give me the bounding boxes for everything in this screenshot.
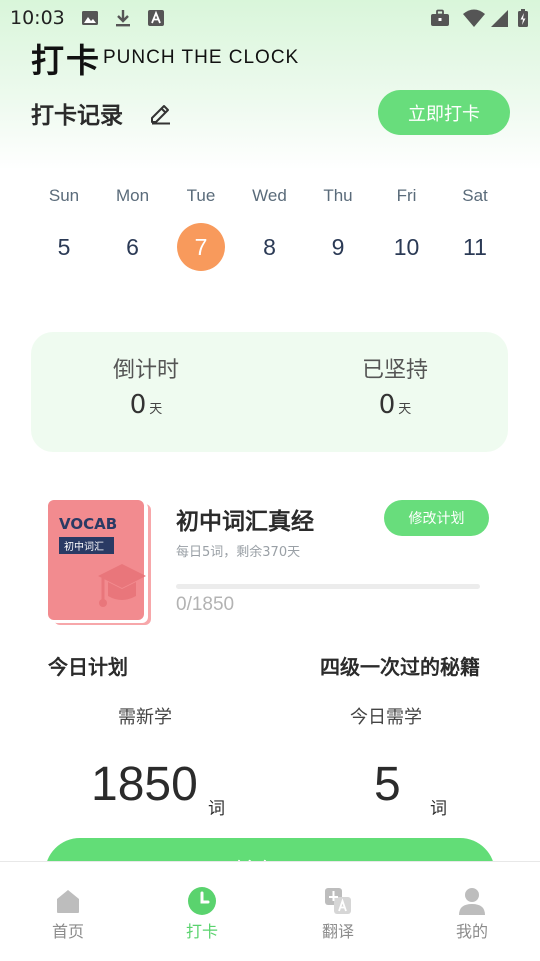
persist-stat: 已坚持 0天 [315,352,475,420]
person-icon [459,888,485,915]
persist-unit: 天 [398,402,412,417]
day-number[interactable]: 10 [383,223,431,271]
day-number[interactable]: 9 [314,223,362,271]
day-number[interactable]: 8 [246,223,294,271]
translate-icon [325,888,351,914]
new-learn-unit: 词 [208,799,225,819]
nav-label-translate: 翻译 [321,922,354,941]
new-learn-label: 需新学 [118,707,172,728]
persist-label: 已坚持 [361,358,428,383]
nav-item-home[interactable]: 首页 [28,886,108,942]
pencil-edit-icon[interactable] [148,99,174,125]
day-thu[interactable]: Thu 9 [304,186,372,260]
day-number-selected[interactable]: 7 [177,223,225,271]
book-title: 初中词汇真经 [176,509,314,535]
status-bar: 10:03 [0,0,540,36]
image-icon [82,11,98,25]
today-learn-unit: 词 [430,799,447,819]
day-wed[interactable]: Wed 8 [236,186,304,260]
countdown-value-row: 0天 [66,390,226,420]
day-number[interactable]: 5 [40,223,88,271]
cover-title: VOCAB [59,515,117,533]
nav-label-profile: 我的 [455,922,488,941]
day-name: Wed [252,186,287,205]
new-learn-value: 1850 [91,758,198,811]
day-name: Tue [186,186,216,205]
clock-icon [188,887,216,915]
modify-plan-button[interactable]: 修改计划 [384,500,489,536]
wifi-icon [463,9,485,27]
briefcase-icon [431,9,449,26]
secret-tips-link[interactable]: 四级一次过的秘籍 [320,651,480,680]
bottom-nav: 首页 打卡 翻译 我的 [0,861,540,961]
day-mon[interactable]: Mon 6 [99,186,167,260]
nav-label-checkin: 打卡 [185,922,218,941]
signal-icon [491,10,508,27]
battery-icon [518,9,528,27]
day-number[interactable]: 11 [451,223,499,271]
book-schedule: 每日5词，剩余370天 [176,545,301,560]
nav-item-checkin[interactable]: 打卡 [162,886,242,942]
day-name: Fri [396,186,417,205]
today-learn-value: 5 [374,758,401,811]
status-time: 10:03 [10,7,65,29]
home-icon [57,890,79,913]
cover-tag: 初中词汇 [64,540,104,553]
countdown-unit: 天 [149,402,163,417]
day-tue[interactable]: Tue 7 [167,186,235,271]
new-learn-col: 需新学 [45,703,245,729]
day-number[interactable]: 6 [109,223,157,271]
day-name: Sat [462,186,488,205]
day-name: Thu [323,186,353,205]
today-plan-title: 今日计划 [48,655,128,679]
nav-item-translate[interactable]: 翻译 [298,886,378,942]
progress-text: 0/1850 [176,594,235,615]
countdown-stat: 倒计时 0天 [66,352,226,420]
brand-title: 打卡 [31,41,101,80]
day-sat[interactable]: Sat 11 [441,186,509,260]
day-name: Mon [115,186,150,205]
persist-value: 0 [378,390,396,420]
book-cover[interactable]: VOCAB 初中词汇 [48,500,151,625]
checkin-records-title: 打卡记录 [31,103,123,129]
today-learn-col: 今日需学 [286,703,486,729]
day-sun[interactable]: Sun 5 [30,186,98,260]
nav-item-profile[interactable]: 我的 [432,886,512,942]
nav-label-home: 首页 [51,922,84,941]
day-fri[interactable]: Fri 10 [373,186,441,260]
persist-value-row: 0天 [315,390,475,420]
progress-track [176,584,480,589]
countdown-label: 倒计时 [112,358,179,383]
stats-card: 倒计时 0天 已坚持 0天 [31,332,508,452]
countdown-value: 0 [129,390,147,420]
brand-subtitle: PUNCH THE CLOCK [103,47,300,68]
font-icon [148,10,164,26]
checkin-now-button[interactable]: 立即打卡 [378,90,510,135]
download-icon [116,10,130,27]
today-learn-label: 今日需学 [350,707,422,728]
day-name: Sun [48,186,80,205]
